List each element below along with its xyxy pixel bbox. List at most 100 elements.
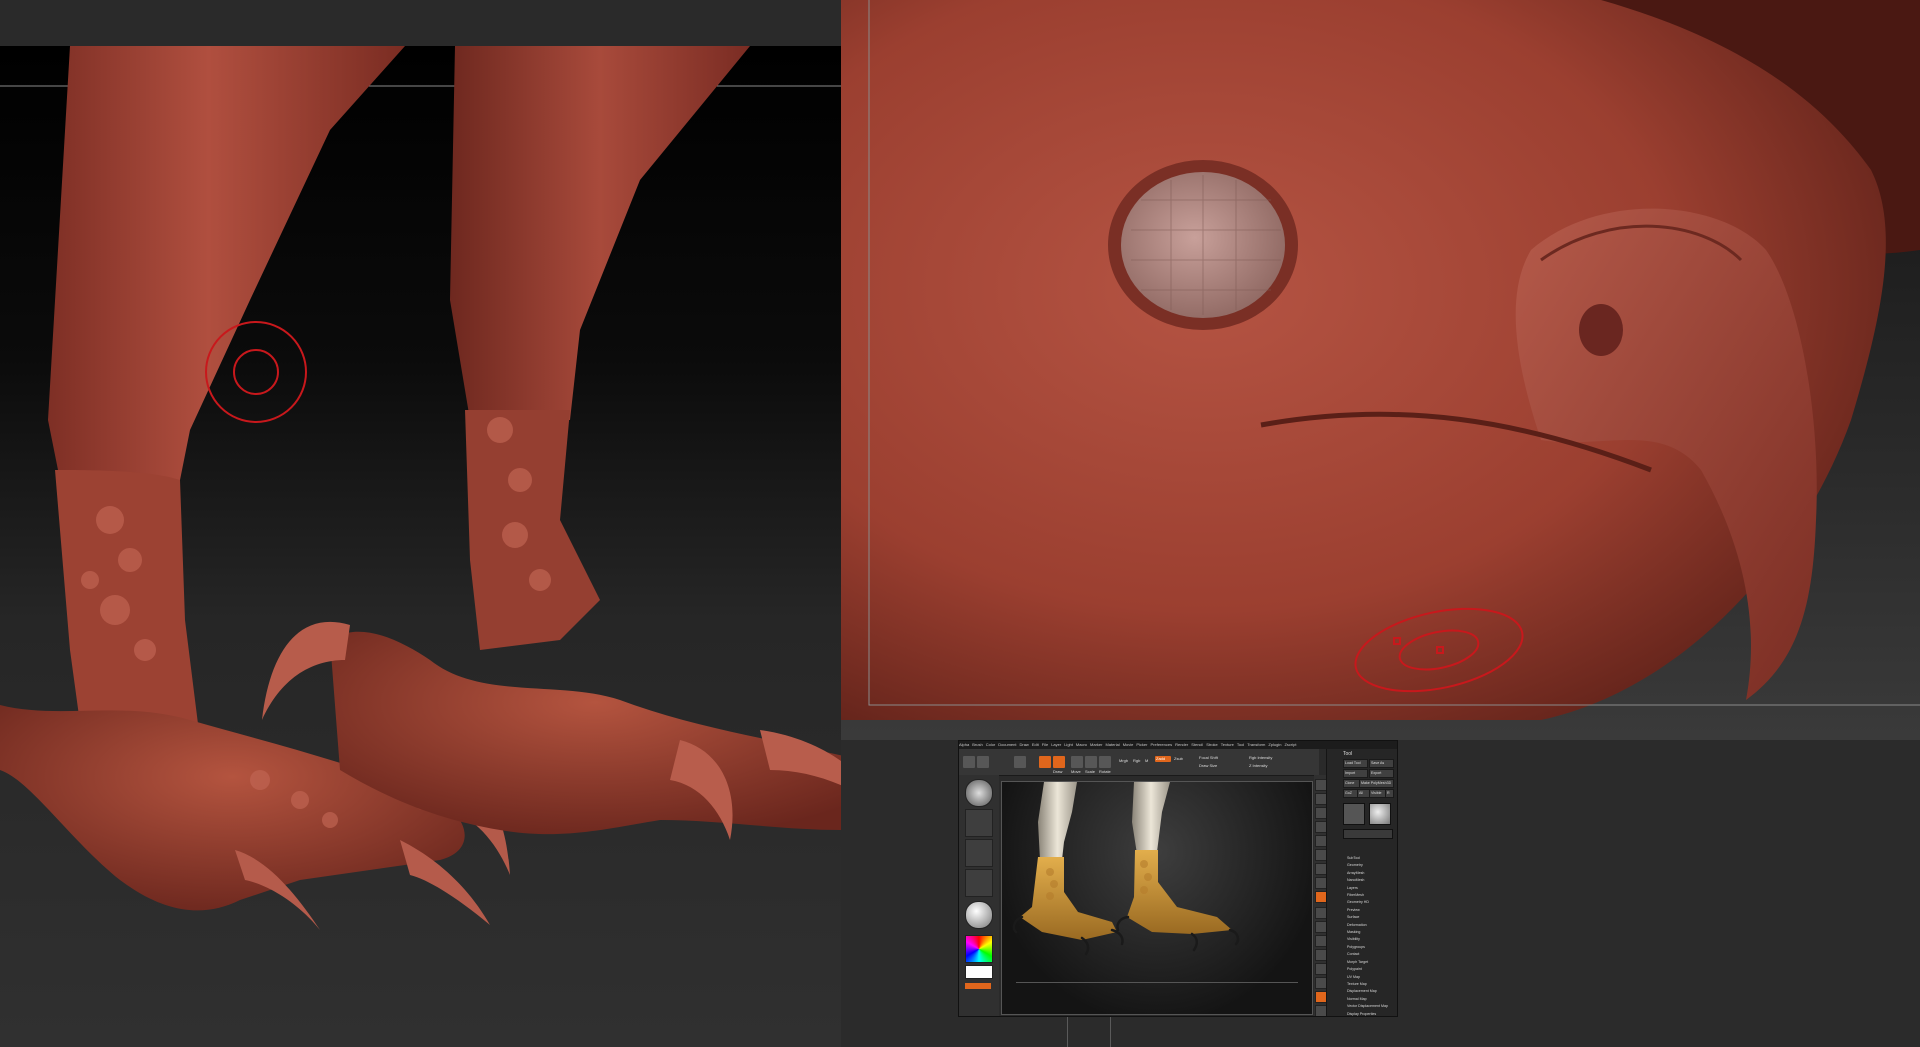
rotate-label: Rotate (1099, 769, 1111, 774)
projection-master-button[interactable] (977, 756, 989, 768)
subpalette-item[interactable]: Masking (1347, 929, 1397, 936)
subpalette-item[interactable]: Layers (1347, 885, 1397, 892)
tool-subpalette-list: SubTool Geometry ArrayMesh NanoMesh Layers Fi… (1347, 855, 1397, 1016)
menu-item[interactable]: Document (998, 742, 1016, 747)
rotate-button[interactable] (1099, 756, 1111, 768)
subpalette-item[interactable]: Normal Map (1347, 996, 1397, 1003)
menu-item[interactable]: Alpha (959, 742, 969, 747)
left-shelf (959, 775, 999, 1016)
subpalette-item[interactable]: Texture Map (1347, 981, 1397, 988)
subpalette-item[interactable]: Displacement Map (1347, 988, 1397, 995)
scale-label: Scale (1085, 769, 1096, 774)
import-button[interactable]: Import (1343, 769, 1368, 778)
scale-button[interactable] (1085, 756, 1097, 768)
menu-item[interactable]: Stroke (1206, 742, 1218, 747)
subtool-thumbnail[interactable] (1369, 803, 1391, 825)
rgb-intensity-label[interactable]: Rgb Intensity (1249, 755, 1272, 760)
menu-item[interactable]: Edit (1032, 742, 1039, 747)
subpalette-item[interactable]: Surface (1347, 914, 1397, 921)
menu-item[interactable]: Texture (1221, 742, 1234, 747)
painted-legs-render (1012, 782, 1298, 983)
menu-item[interactable]: Brush (972, 742, 982, 747)
quicksketch-button[interactable] (1014, 756, 1026, 768)
menu-item[interactable]: Light (1064, 742, 1073, 747)
main-color-swatch[interactable] (965, 965, 993, 979)
mrgb-toggle[interactable]: Mrgb (1119, 758, 1128, 763)
menu-item[interactable]: Color (986, 742, 996, 747)
tool-slider[interactable] (1343, 829, 1393, 839)
menu-item[interactable]: Transform (1247, 742, 1265, 747)
subpalette-item[interactable]: Polygroups (1347, 944, 1397, 951)
subpalette-item[interactable]: Display Properties (1347, 1011, 1397, 1016)
divider (1110, 1015, 1111, 1047)
menu-item[interactable]: Draw (1019, 742, 1028, 747)
menu-item[interactable]: Zplugin (1268, 742, 1281, 747)
move-label: Move (1071, 769, 1081, 774)
edit-button[interactable] (1039, 756, 1051, 768)
menu-item[interactable]: Layer (1051, 742, 1061, 747)
menu-item[interactable]: Preferences (1151, 742, 1173, 747)
menu-item[interactable]: File (1042, 742, 1048, 747)
menu-item[interactable]: Picker (1136, 742, 1147, 747)
menu-item[interactable]: Stencil (1191, 742, 1203, 747)
menu-item[interactable]: Movie (1123, 742, 1134, 747)
menu-bar: Alpha Brush Color Document Draw Edit File Layer… (959, 741, 1397, 749)
left-viewport[interactable] (0, 0, 841, 1047)
subpalette-item[interactable]: Contact (1347, 951, 1397, 958)
r-button[interactable]: R (1385, 789, 1394, 798)
clone-button[interactable]: Clone (1343, 779, 1360, 788)
bird-legs-render (0, 46, 841, 930)
right-shelf (1314, 775, 1327, 1016)
menu-item[interactable]: Tool (1237, 742, 1244, 747)
load-tool-button[interactable]: Load Tool (1343, 759, 1368, 768)
subpalette-item[interactable]: UV Map (1347, 974, 1397, 981)
switch-color-button[interactable] (965, 983, 991, 989)
subpalette-item[interactable]: ArrayMesh (1347, 870, 1397, 877)
draw-label: Draw (1053, 769, 1063, 774)
menu-item[interactable]: Zscript (1284, 742, 1296, 747)
subpalette-item[interactable]: Preview (1347, 907, 1397, 914)
subpalette-item[interactable]: NanoMesh (1347, 877, 1397, 884)
subpalette-item[interactable]: FiberMesh (1347, 892, 1397, 899)
zsub-toggle[interactable]: Zsub (1174, 756, 1183, 761)
color-picker-icon[interactable] (965, 935, 993, 963)
make-polymesh-button[interactable]: Make PolyMesh3D (1359, 779, 1394, 788)
subpalette-item[interactable]: SubTool (1347, 855, 1397, 862)
draw-size-label[interactable]: Draw Size (1199, 763, 1217, 768)
right-viewport[interactable] (841, 0, 1920, 740)
texture-icon[interactable] (965, 869, 993, 897)
document-canvas[interactable] (1001, 781, 1313, 1015)
subpalette-item[interactable]: Vector Displacement Map (1347, 1003, 1397, 1010)
menu-item[interactable]: Macro (1076, 742, 1087, 747)
subpalette-item[interactable]: Polypaint (1347, 966, 1397, 973)
save-as-button[interactable]: Save As (1369, 759, 1394, 768)
bird-head-render (841, 0, 1920, 720)
subpalette-item[interactable]: Geometry HD (1347, 899, 1397, 906)
subpalette-item[interactable]: Geometry (1347, 862, 1397, 869)
brush-cursor (205, 321, 307, 423)
brush-icon[interactable] (965, 779, 993, 807)
menu-item[interactable]: Render (1175, 742, 1188, 747)
lightbox-button[interactable] (963, 756, 975, 768)
z-intensity-label[interactable]: Z Intensity (1249, 763, 1267, 768)
rgb-toggle[interactable]: Rgb (1133, 758, 1140, 763)
export-button[interactable]: Export (1369, 769, 1394, 778)
zbrush-window: Alpha Brush Color Document Draw Edit File Layer… (958, 740, 1398, 1017)
subpalette-item[interactable]: Deformation (1347, 922, 1397, 929)
menu-item[interactable]: Marker (1090, 742, 1102, 747)
focal-shift-label[interactable]: Focal Shift (1199, 755, 1218, 760)
alpha-icon[interactable] (965, 839, 993, 867)
visible-button[interactable]: Visible (1369, 789, 1386, 798)
move-button[interactable] (1071, 756, 1083, 768)
right-tray: Tool Load Tool Save As Import Export Clo… (1326, 749, 1397, 1016)
divider (1067, 1015, 1068, 1047)
draw-button[interactable] (1053, 756, 1065, 768)
stroke-icon[interactable] (965, 809, 993, 837)
material-icon[interactable] (965, 901, 993, 929)
menu-item[interactable]: Material (1105, 742, 1119, 747)
subpalette-item[interactable]: Morph Target (1347, 959, 1397, 966)
current-tool-thumbnail[interactable] (1343, 803, 1365, 825)
subpalette-item[interactable]: Visibility (1347, 936, 1397, 943)
m-toggle[interactable]: M (1145, 758, 1148, 763)
goz-button[interactable]: GoZ (1343, 789, 1358, 798)
